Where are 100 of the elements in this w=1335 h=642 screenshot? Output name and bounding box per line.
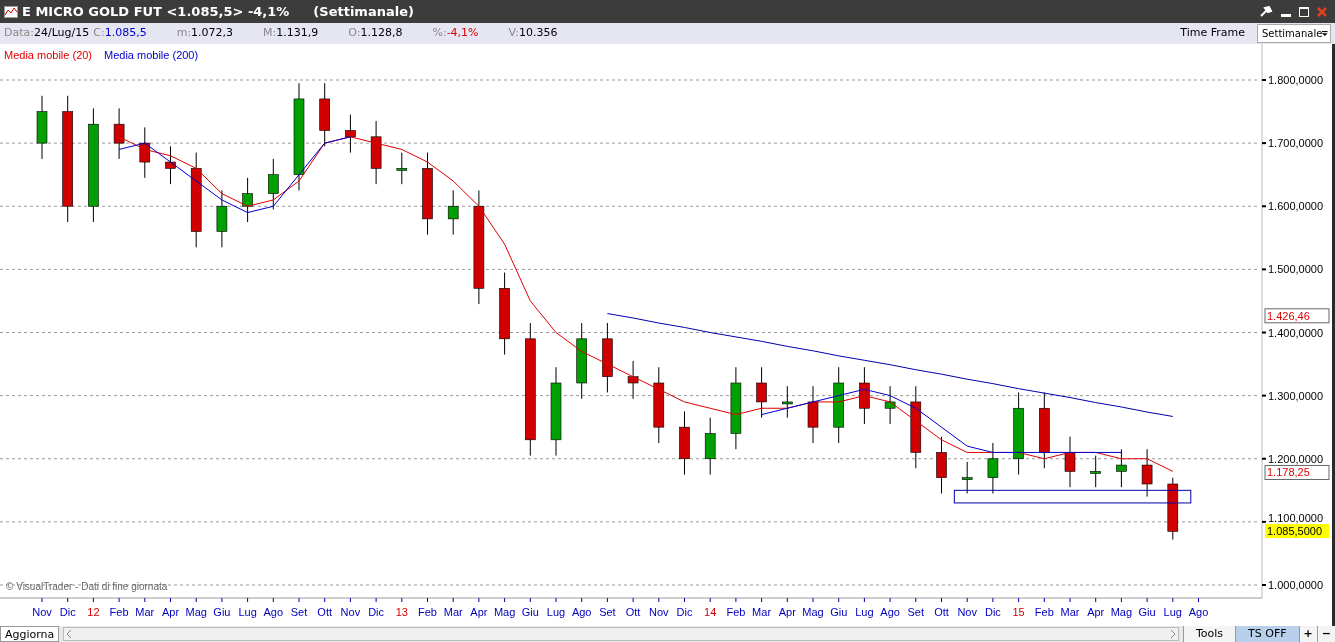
y-axis-label: 1.200,0000 — [1268, 452, 1324, 465]
x-axis-label: Giu — [830, 606, 848, 618]
x-axis-label: 12 — [87, 606, 100, 618]
x-axis-label: Mag — [493, 606, 516, 618]
y-axis-label: 1.400,0000 — [1268, 326, 1324, 339]
info-label: %: — [432, 25, 447, 42]
candlestick — [345, 114, 356, 154]
x-axis-label: Giu — [213, 606, 231, 618]
y-axis-label: 1.600,0000 — [1268, 200, 1324, 213]
x-axis-label: 14 — [704, 606, 717, 618]
x-axis-label: Dic — [59, 606, 76, 618]
candlestick — [756, 366, 767, 419]
info-value: 1.131,9 — [276, 25, 319, 42]
candlestick — [1167, 477, 1179, 541]
candlestick — [987, 442, 999, 494]
time-frame-label: Time Frame — [1180, 25, 1245, 42]
x-axis-label: Feb — [418, 606, 437, 618]
candlestick — [961, 461, 973, 494]
update-button[interactable]: Aggiorna — [0, 626, 60, 642]
y-axis-label: 1.500,0000 — [1268, 263, 1324, 276]
info-value: 1.072,3 — [191, 25, 234, 42]
x-axis-label: Mar — [443, 606, 463, 618]
info-value: 1.085,5 — [104, 25, 147, 42]
candlestick — [1064, 436, 1076, 488]
info-value: 24/Lug/15 — [34, 25, 90, 42]
x-axis-label: Lug — [238, 606, 257, 618]
maximize-icon[interactable] — [1299, 6, 1309, 17]
info-label: O: — [348, 25, 361, 42]
info-value: 1.128,8 — [360, 25, 403, 42]
info-label: V: — [508, 25, 519, 42]
time-frame-select[interactable]: Settimanale — [1257, 24, 1331, 43]
chart-icon — [4, 5, 18, 18]
candlestick — [319, 82, 330, 147]
info-label: Data: — [4, 25, 34, 42]
candlestick — [627, 360, 639, 400]
candlestick — [268, 158, 279, 210]
x-axis-label: Set — [907, 606, 925, 618]
x-axis-label: Nov — [957, 606, 977, 618]
x-axis-label: Ago — [571, 606, 592, 618]
info-label: m: — [176, 25, 192, 42]
x-axis-label: 13 — [395, 606, 408, 618]
price-marker: 1.178,25 — [1264, 465, 1330, 480]
x-axis-label: Lug — [1163, 606, 1182, 618]
y-axis-label: 1.000,0000 — [1268, 579, 1324, 591]
x-axis-label: Apr — [161, 606, 180, 618]
copyright-text: © VisualTrader - Dati di fine giornata — [6, 581, 168, 592]
y-axis-label: 1.700,0000 — [1268, 137, 1324, 150]
x-axis-label: Mar — [752, 606, 772, 618]
toolbar-button[interactable]: Tools — [1182, 626, 1236, 642]
x-axis-label: Apr — [778, 606, 796, 618]
candlestick — [1116, 448, 1127, 488]
x-axis-label: Set — [290, 606, 308, 618]
x-axis-label: Apr — [1087, 606, 1105, 618]
info-label: M: — [263, 25, 277, 42]
x-axis-label: Set — [599, 606, 616, 618]
candlestick — [807, 385, 819, 444]
candlestick — [859, 366, 870, 425]
candlestick — [165, 145, 176, 185]
horizontal-scrollbar[interactable] — [63, 627, 1179, 641]
candlestick — [36, 95, 48, 160]
x-axis-label: Nov — [649, 606, 669, 618]
candlestick — [113, 107, 125, 160]
candlestick — [936, 436, 947, 494]
x-axis-label: Giu — [1138, 606, 1156, 618]
x-axis-label: Dic — [368, 606, 385, 618]
x-axis-label: Ott — [317, 606, 333, 618]
info-value: -4,1% — [446, 25, 479, 42]
window-title: E MICRO GOLD FUT <1.085,5> -4,1% — [22, 2, 290, 21]
x-axis-label: Nov — [340, 606, 361, 618]
toolbar-button[interactable]: TS OFF — [1235, 626, 1299, 642]
candlestick — [782, 385, 793, 419]
candlestick — [1090, 455, 1101, 488]
x-axis-label: Feb — [109, 606, 129, 618]
close-icon[interactable] — [1317, 6, 1327, 17]
x-axis-label: Ott — [625, 606, 641, 618]
candlestick — [370, 120, 382, 185]
x-axis-label: Nov — [32, 606, 52, 618]
y-axis-label: 1.100,0000 — [1268, 511, 1324, 524]
x-axis-label: Mag — [802, 606, 824, 618]
x-axis-label: Ago — [263, 606, 284, 618]
x-axis-label: Apr — [470, 606, 488, 618]
y-axis-label: 1.800,0000 — [1268, 74, 1324, 86]
x-axis-label: Ago — [880, 606, 900, 618]
dropdown-icon — [1322, 29, 1328, 38]
x-axis-label: Mag — [185, 606, 207, 618]
candlestick — [704, 417, 716, 476]
candlestick — [679, 410, 690, 476]
x-axis-label: Mag — [1110, 606, 1133, 618]
hammer-icon[interactable] — [1259, 5, 1273, 18]
window-subtitle: (Settimanale) — [313, 2, 414, 21]
x-axis-label: Mar — [135, 606, 155, 618]
x-axis-label: Giu — [521, 606, 539, 618]
x-axis-label: Ott — [934, 606, 949, 618]
x-axis-label: Feb — [1034, 606, 1054, 618]
info-label: C: — [93, 25, 105, 42]
candlestick — [216, 189, 228, 248]
candlestick — [447, 189, 459, 236]
last-price-marker: 1.085,5000 — [1265, 524, 1329, 539]
candlestick — [602, 322, 613, 393]
x-axis-label: Ago — [1188, 606, 1209, 618]
